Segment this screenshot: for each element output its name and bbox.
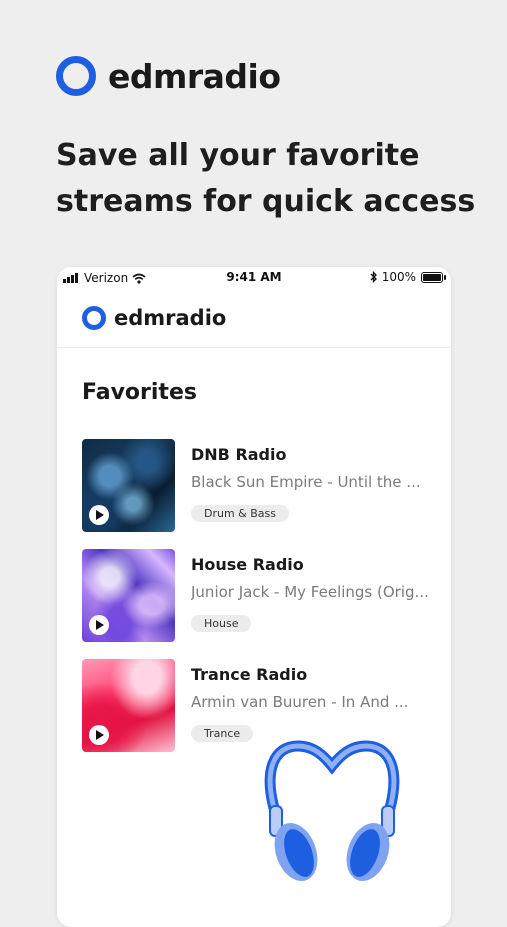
play-button[interactable] (89, 505, 109, 525)
logo-ring-icon (82, 306, 106, 330)
app-brand-name: edmradio (114, 306, 227, 330)
brand: edmradio (56, 56, 281, 96)
genre-tag: Drum & Bass (191, 505, 289, 522)
station-title: House Radio (191, 555, 304, 574)
favorite-item-dnb[interactable]: DNB Radio Black Sun Empire - Until the .… (82, 439, 442, 549)
play-icon (96, 510, 104, 520)
battery-label: 100% (381, 270, 416, 284)
favorites-title: Favorites (82, 380, 197, 405)
now-playing-track: Black Sun Empire - Until the ... (191, 473, 421, 491)
genre-tag: Trance (191, 725, 254, 742)
play-icon (96, 620, 104, 630)
headphones-icon (264, 740, 400, 882)
genre-tag: House (191, 615, 252, 632)
play-icon (96, 730, 104, 740)
status-right: 100% (370, 270, 446, 284)
favorites-list: DNB Radio Black Sun Empire - Until the .… (82, 439, 442, 769)
app-brand[interactable]: edmradio (82, 306, 226, 330)
play-button[interactable] (89, 615, 109, 635)
now-playing-track: Junior Jack - My Feelings (Orig... (191, 583, 429, 601)
app-header: edmradio (57, 289, 451, 348)
bluetooth-icon (370, 271, 377, 283)
station-title: Trance Radio (191, 665, 308, 684)
logo-ring-icon (56, 56, 96, 96)
brand-name: edmradio (108, 56, 281, 96)
play-button[interactable] (89, 725, 109, 745)
battery-icon (421, 271, 446, 283)
status-bar: Verizon 9:41 AM 100% (57, 267, 451, 289)
now-playing-track: Armin van Buuren - In And ... (191, 693, 409, 711)
headline: Save all your favorite streams for quick… (56, 138, 476, 219)
favorite-item-house[interactable]: House Radio Junior Jack - My Feelings (O… (82, 549, 442, 659)
station-title: DNB Radio (191, 445, 287, 464)
